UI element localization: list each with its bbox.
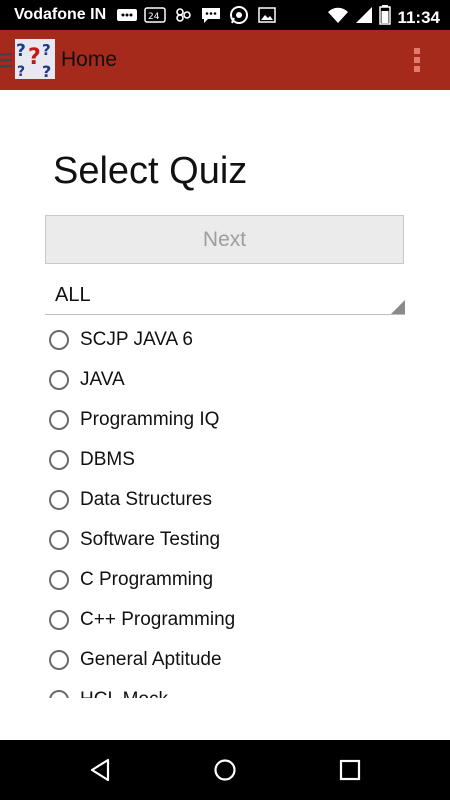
radio-button[interactable] xyxy=(49,530,69,550)
quiz-option-label: General Aptitude xyxy=(80,649,222,670)
quiz-option[interactable]: JAVA xyxy=(0,360,450,400)
radio-button[interactable] xyxy=(49,690,69,698)
battery-icon xyxy=(379,5,392,30)
clock: 11:34 xyxy=(397,7,440,27)
next-button[interactable]: Next xyxy=(45,215,404,264)
dropdown-arrow-icon xyxy=(391,300,405,314)
system-navigation-bar xyxy=(0,740,450,800)
quiz-option[interactable]: C Programming xyxy=(0,560,450,600)
category-dropdown-value: ALL xyxy=(55,284,91,306)
quiz-option-label: DBMS xyxy=(80,449,135,470)
radio-button[interactable] xyxy=(49,490,69,510)
data-24-icon: 24 xyxy=(144,6,166,24)
quiz-option-label: JAVA xyxy=(80,369,125,390)
quiz-option-label: Software Testing xyxy=(80,529,221,550)
image-icon xyxy=(256,6,278,24)
app-logo-question-marks-icon[interactable]: ? ? ? ? ? xyxy=(15,39,55,81)
svg-text:?: ? xyxy=(16,41,26,61)
quiz-option[interactable]: Programming IQ xyxy=(0,400,450,440)
quiz-option[interactable]: HCL Mock xyxy=(0,680,450,698)
quiz-option-label: C Programming xyxy=(80,569,214,590)
svg-text:?: ? xyxy=(42,41,51,59)
radio-button[interactable] xyxy=(49,610,69,630)
chat-icon xyxy=(200,6,222,24)
whatsapp-icon xyxy=(228,6,250,24)
quiz-option-label: Programming IQ xyxy=(80,409,220,430)
bbm-icon xyxy=(116,6,138,24)
radio-button[interactable] xyxy=(49,650,69,670)
quiz-option[interactable]: C++ Programming xyxy=(0,600,450,640)
svg-text:?: ? xyxy=(17,64,25,79)
quiz-option-label: SCJP JAVA 6 xyxy=(80,329,193,350)
svg-text:?: ? xyxy=(42,62,51,79)
quiz-option-label: C++ Programming xyxy=(80,609,236,630)
svg-text:24: 24 xyxy=(148,12,160,22)
wifi-icon xyxy=(327,6,349,29)
status-bar: Vodafone IN 24 11:34 xyxy=(0,0,450,30)
back-icon[interactable] xyxy=(88,758,112,782)
recent-apps-icon[interactable] xyxy=(338,758,362,782)
radio-button[interactable] xyxy=(49,370,69,390)
svg-text:?: ? xyxy=(28,45,41,70)
hamburger-menu-icon[interactable] xyxy=(0,52,12,68)
quiz-option-label: Data Structures xyxy=(80,489,212,510)
quiz-option[interactable]: SCJP JAVA 6 xyxy=(0,320,450,360)
home-icon[interactable] xyxy=(213,758,237,782)
radio-button[interactable] xyxy=(49,450,69,470)
radio-button[interactable] xyxy=(49,410,69,430)
carrier-name: Vodafone IN xyxy=(14,6,107,23)
quiz-option[interactable]: Software Testing xyxy=(0,520,450,560)
overflow-menu-icon[interactable] xyxy=(412,48,422,72)
signal-icon xyxy=(355,6,373,29)
quiz-option[interactable]: General Aptitude xyxy=(0,640,450,680)
quiz-option[interactable]: DBMS xyxy=(0,440,450,480)
category-dropdown[interactable]: ALL xyxy=(45,278,405,315)
quiz-option-label: HCL Mock xyxy=(80,689,168,698)
app-bar-title: Home xyxy=(61,48,118,71)
page-title: Select Quiz xyxy=(53,150,248,192)
app-88-icon xyxy=(172,6,194,24)
quiz-option[interactable]: Data Structures xyxy=(0,480,450,520)
radio-button[interactable] xyxy=(49,570,69,590)
quiz-list: SCJP JAVA 6 JAVA Programming IQ DBMS Dat… xyxy=(0,320,450,698)
app-bar: ? ? ? ? ? Home xyxy=(0,30,450,90)
radio-button[interactable] xyxy=(49,330,69,350)
